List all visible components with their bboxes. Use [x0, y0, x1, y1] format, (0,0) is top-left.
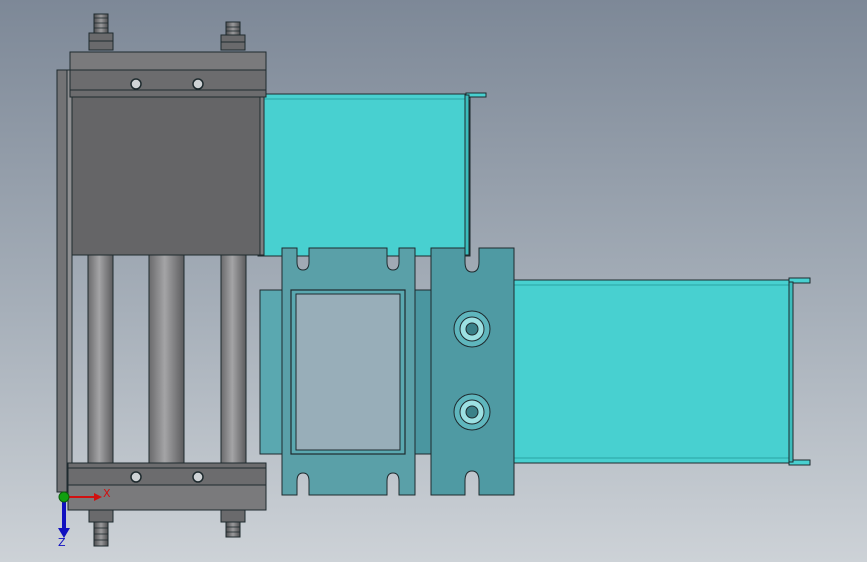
- z-axis-label: Z: [58, 536, 66, 549]
- bottom-flange[interactable]: [67, 462, 267, 511]
- top-bolt-left[interactable]: [88, 13, 114, 51]
- x-axis-label: X: [103, 487, 111, 500]
- upper-cyan-channel[interactable]: [257, 92, 487, 257]
- guide-rod-2[interactable]: [148, 251, 185, 468]
- cad-graphics-viewport[interactable]: X Z: [0, 0, 867, 562]
- left-mounting-plate[interactable]: [281, 247, 416, 496]
- countersunk-hole-top: [453, 310, 491, 348]
- cad-model-drawing[interactable]: X Z: [0, 0, 867, 562]
- bottom-bolt-right[interactable]: [220, 509, 246, 538]
- top-bolt-right[interactable]: [220, 21, 246, 51]
- right-mounting-plate[interactable]: [430, 247, 515, 496]
- triad-origin-icon: [58, 491, 70, 503]
- bottom-bolt-left[interactable]: [88, 509, 114, 547]
- guide-rod-1[interactable]: [87, 251, 114, 468]
- guide-rods[interactable]: [87, 251, 247, 468]
- top-flange-hole-left: [130, 78, 142, 90]
- guide-rod-3[interactable]: [220, 251, 247, 468]
- top-flange-hole-right: [192, 78, 204, 90]
- countersunk-hole-bottom: [453, 393, 491, 431]
- lower-cyan-channel[interactable]: [509, 277, 811, 466]
- bottom-flange-hole-left: [130, 471, 142, 483]
- left-side-plate[interactable]: [56, 69, 73, 493]
- bottom-flange-hole-right: [192, 471, 204, 483]
- slider-block[interactable]: [414, 289, 432, 455]
- top-cylinder-block[interactable]: [69, 51, 267, 256]
